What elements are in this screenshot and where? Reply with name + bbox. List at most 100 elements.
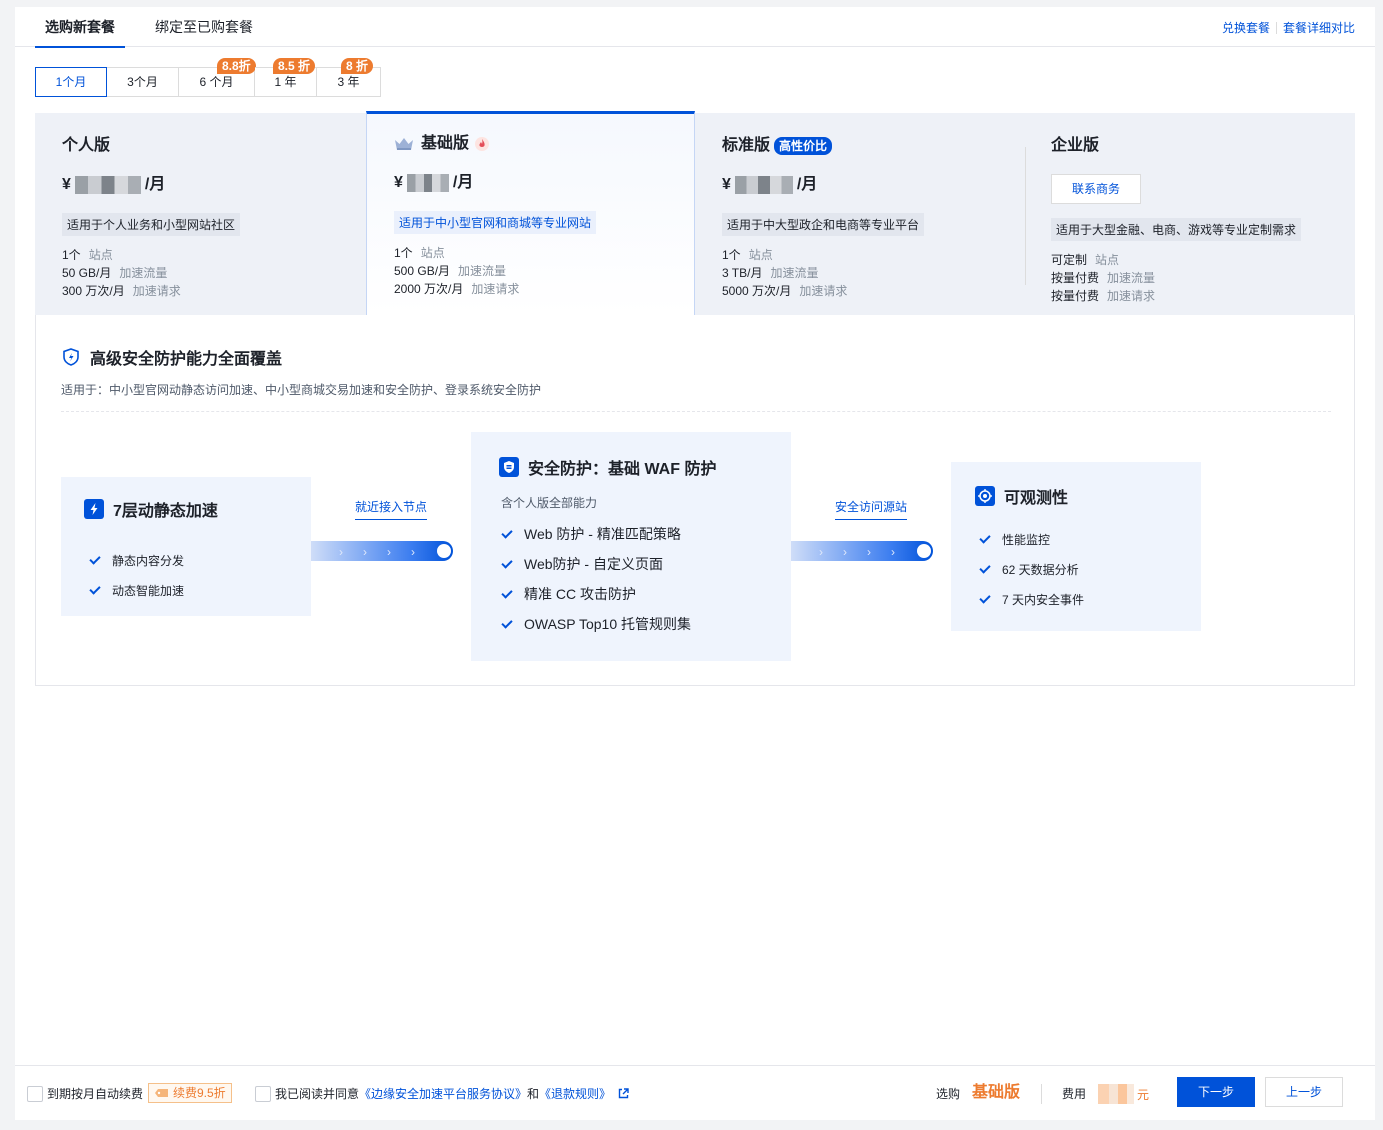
card-feature-list: Web 防护 - 精准匹配策略 Web防护 - 自定义页面 精准 CC 攻击防护…	[500, 519, 691, 639]
feature-label: 站点	[748, 248, 773, 262]
plan-card-basic[interactable]: 基础版 ¥ /月 适用于中小型官网和商城等专业网站 1个 站点 500 GB/月 加速…	[366, 111, 695, 315]
plan-description: 适用于中小型官网和商城等专业网站	[394, 211, 597, 234]
check-icon	[501, 556, 513, 569]
plan-name-text: 个人版	[62, 137, 111, 154]
agreement-and: 和	[527, 1087, 540, 1101]
feature-label: 加速请求	[132, 284, 181, 298]
external-link-icon[interactable]	[618, 1088, 630, 1099]
duration-label: 1个月	[55, 75, 87, 89]
plan-name: 标准版 高性价比	[722, 135, 1025, 157]
list-item: Web防护 - 自定义页面	[500, 549, 691, 579]
duration-option-3-years[interactable]: 8 折3 年	[317, 58, 381, 97]
list-item: Web 防护 - 精准匹配策略	[500, 519, 691, 549]
feature-card-security: 安全防护：基础 WAF 防护 含个人版全部能力 Web 防护 - 精准匹配策略 …	[471, 432, 791, 661]
service-agreement-link[interactable]: 《边缘安全加速平台服务协议》	[359, 1087, 527, 1101]
chevron-right-icon: ›	[819, 545, 823, 559]
shield-icon	[63, 348, 79, 366]
list-item-text: 静态内容分发	[112, 553, 185, 568]
duration-label: 3个月	[127, 75, 158, 89]
footer-bar: 到期按月自动续费 续费9.5折 我已阅读并同意《边缘安全加速平台服务协议》和《退…	[15, 1065, 1375, 1120]
plan-cards: 个人版 ¥/月 适用于个人业务和小型网站社区 1个 站点 50 GB/月 加速流量 …	[35, 111, 1355, 315]
feature-label: 加速请求	[471, 282, 520, 296]
currency-symbol: ¥	[394, 174, 403, 191]
dashed-divider	[61, 411, 1331, 412]
check-icon	[89, 552, 101, 565]
card-title-text: 7层动静态加速	[113, 503, 218, 520]
plan-name: 个人版	[62, 135, 366, 157]
duration-label: 6 个月	[199, 75, 234, 89]
plan-description: 适用于个人业务和小型网站社区	[62, 213, 241, 236]
list-item-text: Web防护 - 自定义页面	[524, 556, 663, 572]
card-subtitle: 含个人版全部能力	[501, 496, 598, 510]
hot-fire-icon	[475, 137, 490, 151]
check-icon	[979, 531, 991, 544]
observability-icon	[975, 486, 995, 506]
auto-renew-label: 到期按月自动续费	[47, 1087, 144, 1101]
renew-discount-text: 续费9.5折	[173, 1086, 226, 1100]
list-item: 7 天内安全事件	[978, 584, 1084, 614]
compare-link[interactable]: 套餐详细对比	[1283, 21, 1355, 35]
duration-option-3-months[interactable]: 3个月	[107, 67, 179, 97]
tab-bar: 选购新套餐 绑定至已购套餐 兑换套餐 套餐详细对比	[15, 7, 1375, 48]
list-item-text: 62 天数据分析	[1002, 562, 1079, 577]
redeem-link[interactable]: 兑换套餐	[1222, 21, 1270, 35]
connector-label-origin: 安全访问源站	[835, 498, 907, 520]
contact-sales-button[interactable]: 联系商务	[1051, 174, 1141, 204]
price-unit: /月	[144, 176, 166, 193]
list-item-text: 精准 CC 攻击防护	[524, 586, 636, 602]
agreement-checkbox[interactable]	[255, 1086, 271, 1102]
plan-feature-row: 1个 站点	[394, 246, 694, 260]
duration-option-1-month[interactable]: 1个月	[35, 67, 107, 97]
connector-dot	[917, 544, 931, 558]
duration-option-6-months[interactable]: 8.8折 6 个月	[179, 58, 256, 97]
next-button[interactable]: 下一步	[1177, 1077, 1255, 1107]
price-redacted	[74, 176, 141, 194]
card-title-text: 可观测性	[1004, 490, 1069, 507]
auto-renew-checkbox[interactable]	[27, 1086, 43, 1102]
list-item-text: 7 天内安全事件	[1002, 592, 1085, 607]
plan-name-text: 标准版	[722, 137, 771, 154]
chevron-right-icon: ›	[387, 545, 391, 559]
duration-selector: 1个月 3个月 8.8折 6 个月 8.5 折1 年 8 折3 年	[35, 58, 381, 97]
feature-card-observability: 可观测性 性能监控 62 天数据分析 7 天内安全事件	[951, 462, 1201, 631]
discount-badge: 8.8折	[217, 58, 256, 74]
feature-value: 1个	[722, 248, 741, 262]
plan-feature-row: 可定制 站点	[1051, 253, 1355, 267]
price-unit: /月	[452, 174, 474, 191]
plan-card-standard[interactable]: 标准版 高性价比 ¥ /月 适用于中大型政企和电商等专业平台 1个 站点 3 TB/月…	[695, 113, 1025, 315]
currency-unit: 元	[1137, 1088, 1150, 1102]
chevron-right-icon: ›	[339, 545, 343, 559]
feature-value: 50 GB/月	[62, 266, 112, 280]
plan-name: 企业版	[1051, 135, 1355, 157]
card-title-text: 安全防护：基础 WAF 防护	[528, 461, 717, 478]
prev-button[interactable]: 上一步	[1265, 1077, 1343, 1107]
discount-badge: 8.5 折	[273, 58, 316, 74]
plan-card-enterprise[interactable]: 企业版 联系商务 适用于大型金融、电商、游戏等专业定制需求 可定制 站点 按量付费…	[1024, 113, 1355, 315]
list-item-text: OWASP Top10 托管规则集	[524, 616, 692, 632]
price-redacted	[734, 176, 793, 194]
check-icon	[979, 591, 991, 604]
plan-feature-row: 按量付费 加速请求	[1051, 289, 1355, 303]
plan-feature-row: 3 TB/月 加速流量	[722, 266, 1025, 280]
plan-feature-row: 1个 站点	[62, 248, 366, 262]
list-item: 动态智能加速	[88, 575, 184, 605]
duration-option-1-year[interactable]: 8.5 折1 年	[255, 58, 317, 97]
waf-icon	[499, 457, 519, 477]
connector-label-access-node: 就近接入节点	[355, 498, 427, 520]
list-item-text: 性能监控	[1002, 532, 1051, 547]
feature-label: 站点	[1095, 253, 1120, 267]
plan-price: ¥ /月	[394, 172, 694, 194]
card-feature-list: 静态内容分发 动态智能加速	[88, 545, 184, 605]
currency-symbol: ¥	[722, 176, 731, 193]
tab-buy-new[interactable]: 选购新套餐	[35, 7, 125, 48]
renew-discount-badge: 续费9.5折	[148, 1083, 232, 1103]
plan-feature-row: 按量付费 加速流量	[1051, 271, 1355, 285]
check-icon	[979, 561, 991, 574]
refund-rules-link[interactable]: 《退款规则》	[539, 1087, 611, 1101]
plan-card-personal[interactable]: 个人版 ¥/月 适用于个人业务和小型网站社区 1个 站点 50 GB/月 加速流量 …	[35, 113, 366, 315]
check-icon	[501, 586, 513, 599]
tab-bind-existing[interactable]: 绑定至已购套餐	[155, 7, 253, 47]
duration-label: 1 年	[274, 75, 297, 89]
card-feature-list: 性能监控 62 天数据分析 7 天内安全事件	[978, 524, 1084, 614]
feature-label: 站点	[420, 246, 445, 260]
